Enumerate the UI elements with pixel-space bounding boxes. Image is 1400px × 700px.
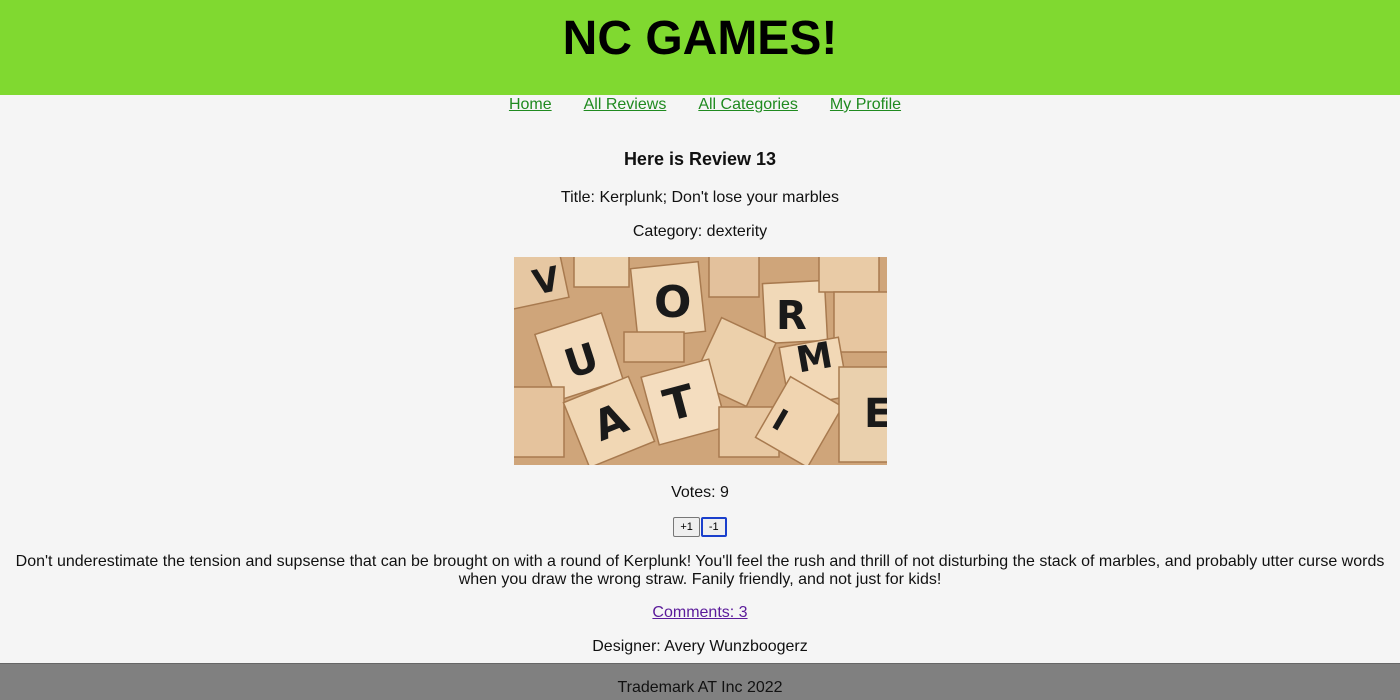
- comments-line: Comments: 3: [0, 604, 1400, 622]
- site-title: NC GAMES!: [562, 12, 838, 65]
- review-category: Category: dexterity: [632, 223, 768, 240]
- comments-link[interactable]: Comments: 3: [652, 604, 747, 621]
- footer-text: Trademark AT Inc 2022: [617, 679, 783, 696]
- nav-link-all-reviews[interactable]: All Reviews: [584, 95, 667, 117]
- site-footer: Trademark AT Inc 2022: [0, 663, 1400, 700]
- downvote-button[interactable]: -1: [700, 517, 727, 537]
- nav-link-my-profile[interactable]: My Profile: [830, 95, 901, 117]
- review-body: Don't underestimate the tension and sups…: [15, 553, 1385, 588]
- review-heading: Here is Review 13: [623, 149, 777, 169]
- main-nav: Home All Reviews All Categories My Profi…: [0, 95, 1400, 117]
- review-designer: Designer: Avery Wunzboogerz: [592, 638, 808, 655]
- site-header: NC GAMES!: [0, 0, 1400, 95]
- svg-text:M: M: [793, 335, 835, 382]
- upvote-button[interactable]: +1: [673, 517, 700, 537]
- svg-text:O: O: [654, 277, 691, 328]
- svg-text:E: E: [864, 391, 887, 437]
- review-image: V O R U M T A I E: [514, 257, 887, 465]
- vote-controls: +1 -1: [0, 517, 1400, 537]
- letter-tiles-image: V O R U M T A I E: [514, 257, 887, 465]
- review-title: Title: Kerplunk; Don't lose your marbles: [560, 189, 840, 206]
- review-votes: Votes: 9: [671, 484, 729, 501]
- nav-link-home[interactable]: Home: [509, 95, 552, 117]
- nav-link-all-categories[interactable]: All Categories: [698, 95, 798, 117]
- svg-text:R: R: [776, 293, 807, 339]
